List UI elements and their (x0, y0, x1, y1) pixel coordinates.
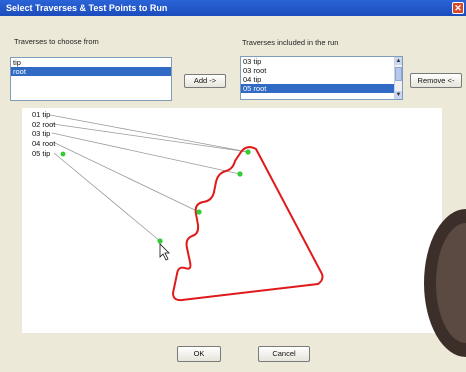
included-traverse-item[interactable]: 03 root (241, 66, 402, 75)
included-traverse-item[interactable]: 04 tip (241, 75, 402, 84)
list-scrollbar[interactable]: ▲ ▼ (394, 57, 402, 99)
leader-line (53, 152, 161, 242)
close-button[interactable]: ✕ (452, 2, 464, 14)
available-traverse-item[interactable]: tip (11, 58, 171, 67)
point-marker (196, 209, 202, 215)
included-traverse-item[interactable]: 05 root (241, 84, 394, 93)
cancel-button[interactable]: Cancel (258, 346, 310, 362)
point-label: 03 tip (32, 129, 51, 138)
dialog-window: Select Traverses & Test Points to Run ✕ … (0, 0, 466, 372)
included-traverse-item[interactable]: 03 tip (241, 57, 402, 66)
leader-line (49, 114, 249, 153)
blade-profile-outline (171, 146, 324, 302)
leader-line (52, 123, 249, 153)
leader-line (51, 132, 241, 175)
point-marker (157, 238, 163, 244)
dialog-title: Select Traverses & Test Points to Run (6, 3, 168, 13)
available-traverses-list[interactable]: tip root (10, 57, 172, 101)
profile-canvas[interactable]: 01 tip 02 root 03 tip 04 root 05 tip (22, 108, 442, 333)
mouse-pointer-icon (159, 243, 170, 261)
included-traverses-list[interactable]: 03 tip 03 root 04 tip 05 root ▲ ▼ (240, 56, 403, 100)
add-button[interactable]: Add -> (184, 74, 226, 88)
remove-button[interactable]: Remove <- (410, 73, 462, 88)
point-marker (237, 171, 243, 177)
point-marker (245, 149, 251, 155)
ok-button[interactable]: OK (177, 346, 221, 362)
point-label: 02 root (32, 120, 56, 129)
available-traverses-label: Traverses to choose from (14, 37, 99, 46)
leader-line (54, 142, 200, 213)
point-markers (60, 149, 251, 244)
included-traverses-label: Traverses included in the run (242, 38, 339, 47)
scroll-down-icon[interactable]: ▼ (395, 91, 402, 99)
profile-drawing (49, 114, 324, 302)
close-icon: ✕ (454, 3, 462, 13)
available-traverse-item[interactable]: root (11, 67, 171, 76)
point-marker (60, 151, 66, 157)
point-label: 05 tip (32, 149, 51, 158)
background-object (424, 209, 466, 357)
point-label: 04 root (32, 139, 56, 148)
scroll-thumb[interactable] (395, 67, 402, 81)
scroll-up-icon[interactable]: ▲ (395, 57, 402, 65)
point-label: 01 tip (32, 110, 51, 119)
title-bar: Select Traverses & Test Points to Run ✕ (0, 0, 466, 16)
